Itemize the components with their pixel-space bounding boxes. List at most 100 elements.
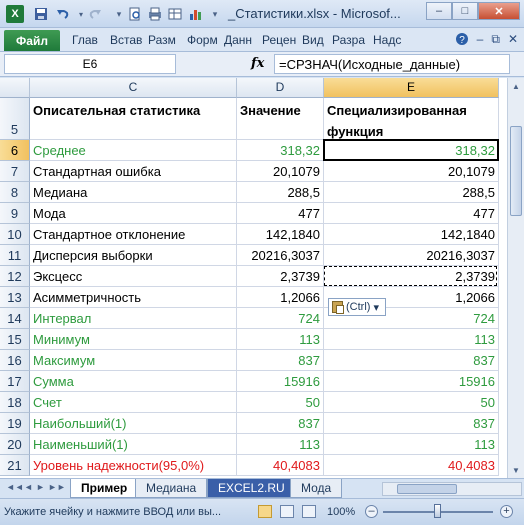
stat-value-cell[interactable]: 724 xyxy=(237,308,324,329)
scroll-down-icon[interactable]: ▼ xyxy=(508,462,524,478)
stat-label-cell[interactable]: Уровень надежности(95,0%) xyxy=(30,455,237,476)
row-header[interactable]: 19 xyxy=(0,413,30,434)
stat-label-cell[interactable]: Мода xyxy=(30,203,237,224)
stat-value-cell[interactable]: 837 xyxy=(237,350,324,371)
row-header[interactable]: 17 xyxy=(0,371,30,392)
stat-value-cell[interactable]: 113 xyxy=(237,329,324,350)
stat-label-cell[interactable]: Эксцесс xyxy=(30,266,237,287)
print-preview-icon[interactable] xyxy=(126,5,144,23)
zoom-out-button[interactable]: – xyxy=(365,505,378,518)
function-value-cell[interactable]: 142,1840 xyxy=(324,224,499,245)
stat-value-cell[interactable]: 113 xyxy=(237,434,324,455)
quick-print-icon[interactable] xyxy=(146,5,164,23)
tab-review[interactable]: Рецен xyxy=(262,33,296,47)
stat-label-cell[interactable]: Стандартная ошибка xyxy=(30,161,237,182)
stat-label-cell[interactable]: Максимум xyxy=(30,350,237,371)
paste-options-button[interactable]: (Ctrl) ▾ xyxy=(328,298,386,316)
row-header[interactable]: 7 xyxy=(0,161,30,182)
function-value-cell[interactable]: 837 xyxy=(324,413,499,434)
tab-formulas[interactable]: Форм xyxy=(187,33,218,47)
row-header[interactable]: 20 xyxy=(0,434,30,455)
page-layout-view-icon[interactable] xyxy=(280,505,294,518)
redo-icon[interactable] xyxy=(86,5,104,23)
horizontal-scrollbar[interactable] xyxy=(382,482,522,496)
stat-value-cell[interactable]: 15916 xyxy=(237,371,324,392)
next-sheet-icon[interactable]: ► xyxy=(36,482,45,492)
stat-value-cell[interactable]: 50 xyxy=(237,392,324,413)
stat-label-cell[interactable]: Стандартное отклонение xyxy=(30,224,237,245)
stat-value-cell[interactable]: 20216,3037 xyxy=(237,245,324,266)
function-value-cell[interactable]: 50 xyxy=(324,392,499,413)
function-value-cell[interactable]: 113 xyxy=(324,329,499,350)
stat-value-cell[interactable]: 142,1840 xyxy=(237,224,324,245)
stat-label-cell[interactable]: Счет xyxy=(30,392,237,413)
tab-page-layout[interactable]: Разм xyxy=(148,33,176,47)
row-header[interactable]: 16 xyxy=(0,350,30,371)
function-value-cell[interactable]: 113 xyxy=(324,434,499,455)
prev-sheet-icon[interactable]: ◄ xyxy=(24,482,33,492)
row-header[interactable]: 11 xyxy=(0,245,30,266)
sheet-tab-moda[interactable]: Мода xyxy=(290,479,343,498)
stat-label-cell[interactable]: Дисперсия выборки xyxy=(30,245,237,266)
stat-value-cell[interactable]: 837 xyxy=(237,413,324,434)
row-header[interactable]: 8 xyxy=(0,182,30,203)
row-header[interactable]: 13 xyxy=(0,287,30,308)
stat-label-cell[interactable]: Интервал xyxy=(30,308,237,329)
table-header-label[interactable]: Описательная статистика xyxy=(30,98,237,140)
stat-label-cell[interactable]: Минимум xyxy=(30,329,237,350)
row-header[interactable]: 10 xyxy=(0,224,30,245)
name-box[interactable]: E6 xyxy=(4,54,176,74)
customize-qat-icon[interactable]: ▾ xyxy=(206,5,224,23)
row-header[interactable]: 6 xyxy=(0,140,30,161)
stat-value-cell[interactable]: 40,4083 xyxy=(237,455,324,476)
insert-function-button[interactable]: fx xyxy=(251,56,264,71)
function-value-cell[interactable]: 2,3739 xyxy=(324,266,499,287)
stat-value-cell[interactable]: 20,1079 xyxy=(237,161,324,182)
function-value-cell[interactable]: 40,4083 xyxy=(324,455,499,476)
stat-label-cell[interactable]: Наибольший(1) xyxy=(30,413,237,434)
first-sheet-icon[interactable]: ◄◄ xyxy=(6,482,24,492)
tab-addins[interactable]: Надс xyxy=(373,33,401,47)
sheet-tab-primer[interactable]: Пример xyxy=(70,479,139,498)
tab-insert[interactable]: Встав xyxy=(110,33,142,47)
row-header[interactable]: 14 xyxy=(0,308,30,329)
zoom-slider-knob[interactable] xyxy=(434,504,441,518)
table-header-value[interactable]: Значение xyxy=(237,98,324,140)
function-value-cell[interactable]: 318,32 xyxy=(324,140,499,161)
function-value-cell[interactable]: 837 xyxy=(324,350,499,371)
row-header[interactable]: 18 xyxy=(0,392,30,413)
stat-label-cell[interactable]: Асимметричность xyxy=(30,287,237,308)
last-sheet-icon[interactable]: ►► xyxy=(48,482,66,492)
tab-view[interactable]: Вид xyxy=(302,33,324,47)
tab-home[interactable]: Глав xyxy=(72,33,98,47)
select-all-corner[interactable] xyxy=(0,78,30,98)
function-value-cell[interactable]: 477 xyxy=(324,203,499,224)
stat-label-cell[interactable]: Среднее xyxy=(30,140,237,161)
column-header-d[interactable]: D xyxy=(237,78,324,98)
function-value-cell[interactable]: 20216,3037 xyxy=(324,245,499,266)
row-header[interactable]: 15 xyxy=(0,329,30,350)
function-value-cell[interactable]: 20,1079 xyxy=(324,161,499,182)
sheet-tab-mediana[interactable]: Медиана xyxy=(135,479,208,498)
chart-icon[interactable] xyxy=(186,5,204,23)
save-icon[interactable] xyxy=(32,5,50,23)
zoom-level[interactable]: 100% xyxy=(327,506,355,518)
stat-value-cell[interactable]: 477 xyxy=(237,203,324,224)
column-header-e[interactable]: E xyxy=(324,78,499,98)
horizontal-scroll-thumb[interactable] xyxy=(397,484,457,494)
tab-data[interactable]: Данн xyxy=(224,33,252,47)
stat-value-cell[interactable]: 1,2066 xyxy=(237,287,324,308)
formula-input[interactable]: =СРЗНАЧ(Исходные_данные) xyxy=(274,54,510,74)
function-value-cell[interactable]: 288,5 xyxy=(324,182,499,203)
sheet-tab-excel2ru[interactable]: EXCEL2.RU xyxy=(207,479,296,498)
tab-developer[interactable]: Разра xyxy=(332,33,365,47)
table-header-function[interactable]: Специализированная функция xyxy=(324,98,499,140)
stat-value-cell[interactable]: 288,5 xyxy=(237,182,324,203)
stat-value-cell[interactable]: 2,3739 xyxy=(237,266,324,287)
row-header[interactable]: 5 xyxy=(0,98,30,140)
file-tab[interactable]: Файл xyxy=(4,30,60,51)
restore-icon[interactable]: ⧉ xyxy=(491,32,500,49)
maximize-button[interactable]: □ xyxy=(452,2,478,20)
normal-view-icon[interactable] xyxy=(258,505,272,518)
stat-value-cell[interactable]: 318,32 xyxy=(237,140,324,161)
